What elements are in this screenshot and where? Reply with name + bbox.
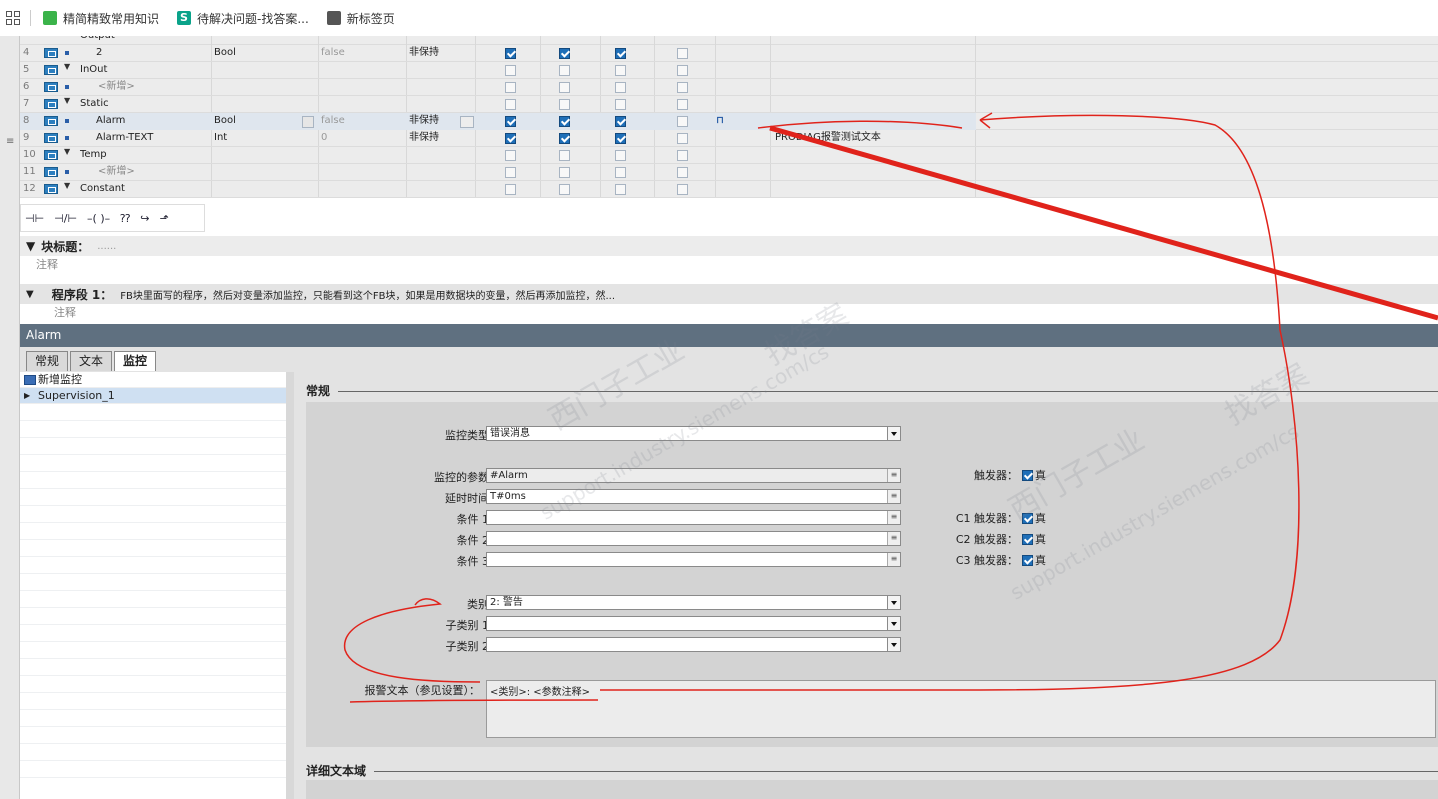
screen: 精简精致常用知识 S 待解决问题-找答案... 新标签页 ≡ Output 42… — [0, 0, 1438, 799]
red-annotation-strokes — [343, 112, 1438, 703]
